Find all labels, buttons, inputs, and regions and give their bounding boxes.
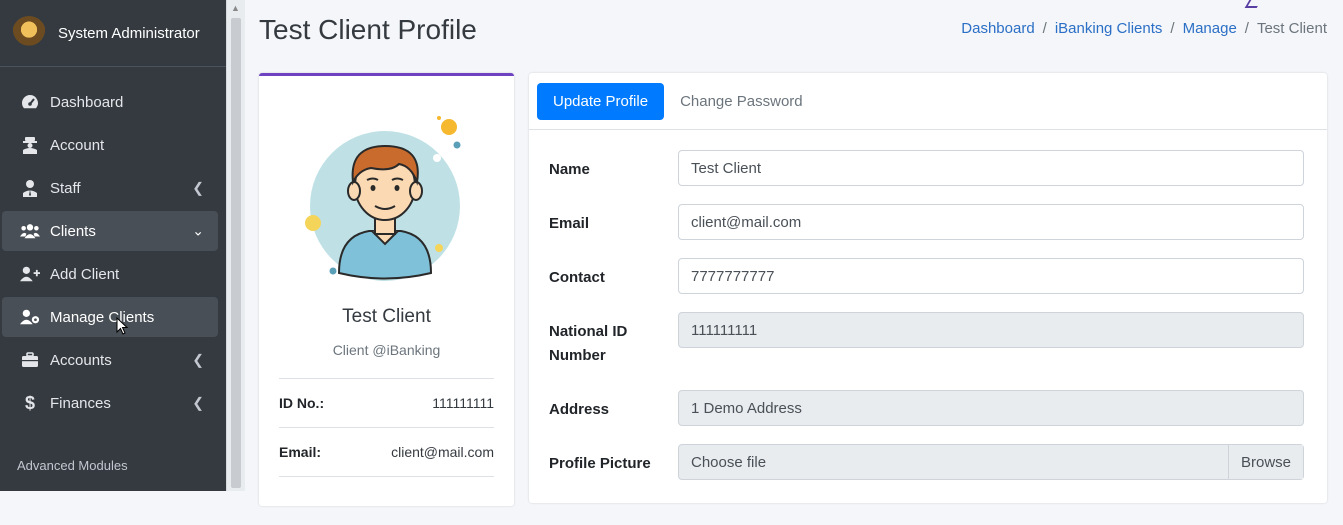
- contact-label: Contact: [549, 269, 605, 286]
- national-id-label: National ID Number: [549, 323, 628, 364]
- user-plus-icon: [20, 264, 40, 284]
- sidebar-item-label: Add Client: [50, 265, 120, 283]
- sidebar-item-label: Dashboard: [50, 93, 124, 111]
- browse-button[interactable]: Browse: [1228, 445, 1303, 479]
- name-input[interactable]: Test Client: [678, 150, 1304, 186]
- mouse-cursor-icon: [116, 317, 128, 335]
- breadcrumb: Dashboard / iBanking Clients / Manage / …: [961, 20, 1327, 37]
- sidebar-item-label: Manage Clients: [50, 308, 155, 326]
- breadcrumb-ibanking-clients[interactable]: iBanking Clients: [1055, 20, 1163, 37]
- sidebar-item-label: Clients: [50, 222, 96, 240]
- sidebar-section-header: Advanced Modules: [17, 458, 128, 473]
- sidebar-item-add-client[interactable]: Add Client: [2, 254, 218, 294]
- profile-picture-input[interactable]: Choose file Browse: [678, 444, 1304, 480]
- address-label: Address: [549, 401, 610, 418]
- profile-picture-label: Profile Picture: [549, 455, 651, 472]
- contact-input[interactable]: 7777777777: [678, 258, 1304, 294]
- sidebar-item-finances[interactable]: $ Finances ❮: [2, 383, 218, 423]
- profile-card: Test Client Client @iBanking ID No.: 111…: [259, 73, 514, 506]
- sidebar-nav: Dashboard Account Staff ❮ Clients ⌄ Add …: [0, 67, 226, 423]
- scroll-up-icon[interactable]: ▲: [231, 3, 240, 13]
- breadcrumb-separator: /: [1042, 20, 1047, 37]
- sidebar-item-dashboard[interactable]: Dashboard: [2, 82, 218, 122]
- tab-update-profile[interactable]: Update Profile: [537, 82, 665, 120]
- brand-text: System Administrator: [58, 24, 200, 42]
- settings-card: Update Profile Change Password Name Test…: [529, 73, 1327, 503]
- email-input[interactable]: client@mail.com: [678, 204, 1304, 240]
- sidebar-item-label: Staff: [50, 179, 81, 197]
- profile-name: Test Client: [342, 306, 431, 327]
- sidebar-item-manage-clients[interactable]: Manage Clients: [2, 297, 218, 337]
- sidebar-item-label: Finances: [50, 394, 111, 412]
- email-field-label: Email: [549, 215, 590, 232]
- address-input[interactable]: 1 Demo Address: [678, 390, 1304, 426]
- profile-tabs: Update Profile Change Password: [529, 73, 1327, 130]
- chevron-left-icon: ❮: [192, 179, 204, 196]
- brand-link[interactable]: System Administrator: [0, 0, 226, 67]
- user-cog-icon: [20, 307, 40, 327]
- breadcrumb-current: Test Client: [1256, 20, 1327, 37]
- sidebar: System Administrator Dashboard Account S…: [0, 0, 226, 491]
- tab-change-password[interactable]: Change Password: [664, 83, 819, 120]
- user-tie-icon: [20, 178, 40, 198]
- email-row: Email: client@mail.com: [279, 427, 494, 476]
- chevron-left-icon: ❮: [192, 351, 204, 368]
- breadcrumb-dashboard[interactable]: Dashboard: [961, 20, 1034, 37]
- id-number-value: 111111111: [432, 395, 494, 411]
- sidebar-item-clients[interactable]: Clients ⌄: [2, 211, 218, 251]
- sidebar-item-label: Account: [50, 136, 105, 154]
- tachometer-icon: [20, 92, 40, 112]
- sidebar-item-staff[interactable]: Staff ❮: [2, 168, 218, 208]
- user-secret-icon: [20, 135, 40, 155]
- chevron-left-icon: ❮: [192, 394, 204, 411]
- breadcrumb-separator: /: [1170, 20, 1175, 37]
- sidebar-item-accounts[interactable]: Accounts ❮: [2, 340, 218, 380]
- email-label: Email:: [279, 444, 322, 460]
- national-id-input: 111111111: [678, 312, 1304, 348]
- corner-mark: [1244, 0, 1262, 8]
- name-label: Name: [549, 161, 590, 178]
- profile-avatar: [305, 116, 461, 281]
- file-placeholder: Choose file: [691, 453, 767, 471]
- users-icon: [20, 221, 40, 241]
- sidebar-item-account[interactable]: Account: [2, 125, 218, 165]
- email-value: client@mail.com: [391, 444, 494, 460]
- profile-subtitle: Client @iBanking: [332, 342, 441, 358]
- scroll-thumb[interactable]: [231, 18, 241, 488]
- chevron-down-icon: ⌄: [192, 222, 204, 239]
- sidebar-item-label: Accounts: [50, 351, 112, 369]
- page-title: Test Client Profile: [259, 14, 477, 45]
- id-number-label: ID No.:: [279, 395, 325, 411]
- sidebar-scrollbar[interactable]: ▲: [226, 0, 245, 491]
- dollar-icon: $: [24, 392, 35, 413]
- briefcase-icon: [20, 350, 40, 370]
- admin-avatar-icon: [12, 16, 46, 50]
- info-divider: [279, 476, 494, 525]
- breadcrumb-manage[interactable]: Manage: [1183, 20, 1237, 37]
- breadcrumb-separator: /: [1244, 20, 1249, 37]
- id-number-row: ID No.: 111111111: [279, 378, 494, 427]
